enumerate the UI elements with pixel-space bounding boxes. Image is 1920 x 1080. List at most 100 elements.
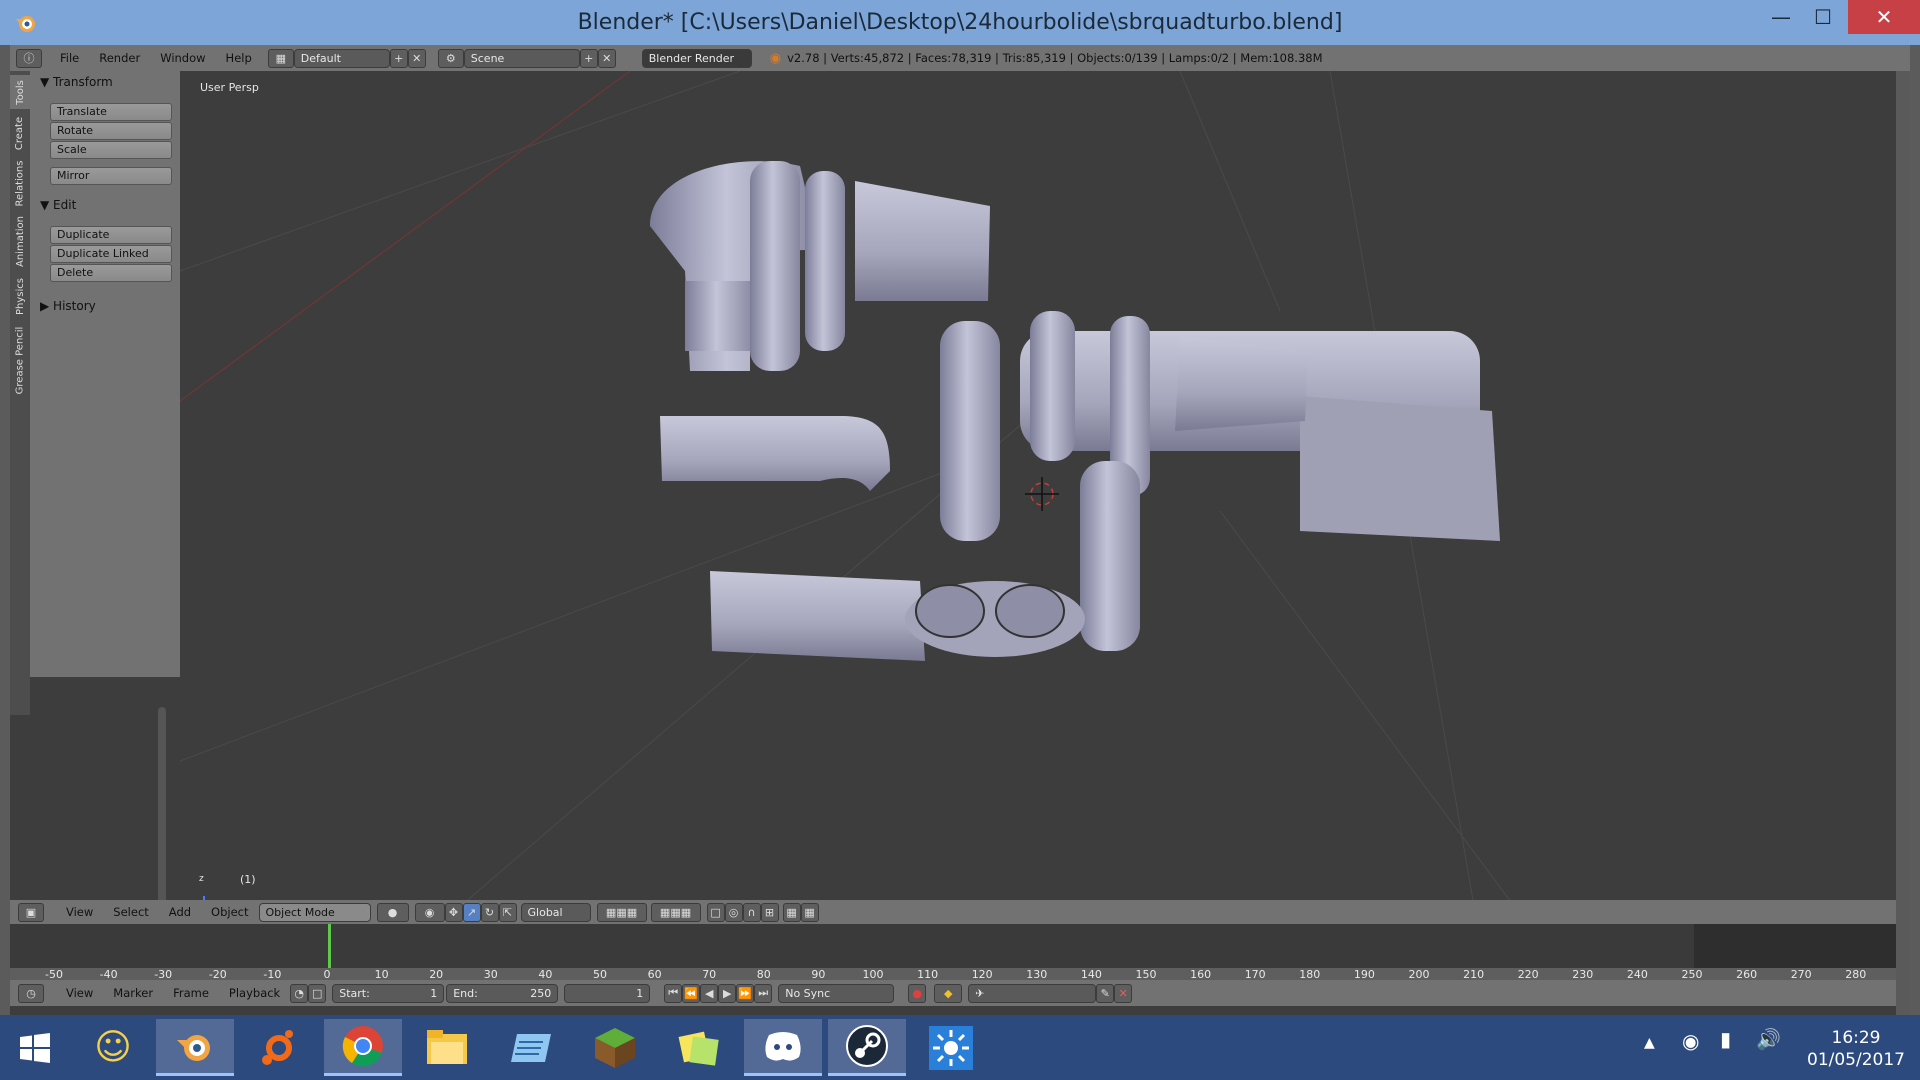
preview-range-button[interactable]: ◔: [290, 983, 309, 1003]
object-mode-select[interactable]: Object Mode: [258, 902, 371, 922]
play-button[interactable]: ▶: [718, 983, 737, 1003]
editor-type-button[interactable]: ⓘ: [16, 48, 42, 68]
add-scene-button[interactable]: +: [579, 48, 598, 68]
history-panel-header[interactable]: ▶ History: [40, 299, 96, 313]
insert-keyframe-button[interactable]: ✎: [1096, 983, 1115, 1003]
taskbar-origin[interactable]: [240, 1019, 318, 1076]
pivot-point-select[interactable]: ◉: [414, 902, 445, 922]
tab-relations-label: Relations: [14, 160, 26, 206]
tab-physics[interactable]: Physics: [10, 273, 30, 319]
tray-network-icon[interactable]: ▮: [1720, 1027, 1731, 1051]
menu-file[interactable]: File: [50, 51, 89, 65]
manipulator-toggle[interactable]: ✥: [444, 902, 463, 922]
taskbar-steam[interactable]: [828, 1019, 906, 1076]
add-layout-button[interactable]: +: [389, 48, 408, 68]
taskbar-notepad[interactable]: [492, 1019, 570, 1076]
mirror-button[interactable]: Mirror: [50, 167, 172, 185]
timeline-menu-view[interactable]: View: [56, 986, 103, 1000]
view3d-menu-select[interactable]: Select: [103, 905, 158, 919]
taskbar-discord[interactable]: [744, 1019, 822, 1076]
remove-layout-button[interactable]: ✕: [407, 48, 426, 68]
toolshelf-scrollbar[interactable]: [158, 707, 166, 907]
menu-help[interactable]: Help: [216, 51, 262, 65]
view3d-menu-add[interactable]: Add: [159, 905, 201, 919]
delete-button[interactable]: Delete: [50, 264, 172, 282]
layout-field[interactable]: Default: [293, 48, 390, 68]
tab-tools[interactable]: Tools: [10, 75, 30, 109]
screen-layout-button[interactable]: ▦: [267, 48, 294, 68]
taskbar-chrome[interactable]: [324, 1019, 402, 1076]
transform-orientation-select[interactable]: Global: [520, 902, 591, 922]
lock-camera-button[interactable]: □: [706, 902, 725, 922]
tray-volume-icon[interactable]: 🔊: [1756, 1027, 1781, 1051]
scale-button[interactable]: Scale: [50, 141, 172, 159]
current-frame-field[interactable]: 1: [564, 983, 651, 1003]
active-keying-set-field[interactable]: ✈: [968, 983, 1097, 1003]
menu-render[interactable]: Render: [89, 51, 150, 65]
tray-clock[interactable]: 16:29 01/05/2017: [1806, 1027, 1906, 1071]
translate-manipulator-button[interactable]: ↗: [462, 902, 481, 922]
render-still-button[interactable]: ▦: [782, 902, 801, 922]
rotate-button[interactable]: Rotate: [50, 122, 172, 140]
timeline-menu-playback[interactable]: Playback: [219, 986, 290, 1000]
menu-window[interactable]: Window: [150, 51, 215, 65]
viewport-shading-select[interactable]: ●: [376, 902, 409, 922]
tray-discord-icon[interactable]: ◉: [1682, 1029, 1699, 1053]
3d-viewport[interactable]: User Persp (1) z y x: [180, 71, 1896, 941]
jump-start-button[interactable]: ⏮: [664, 983, 683, 1003]
timeline-menu-marker[interactable]: Marker: [103, 986, 163, 1000]
end-frame-field[interactable]: End: 250: [446, 983, 559, 1003]
scale-manipulator-button[interactable]: ⇱: [498, 902, 517, 922]
timeline-editor-type-button[interactable]: ◷: [18, 983, 44, 1003]
play-reverse-button[interactable]: ◀: [700, 983, 719, 1003]
tab-animation-label: Animation: [14, 215, 26, 267]
jump-end-button[interactable]: ⏭: [754, 983, 773, 1003]
edit-panel-header[interactable]: ▼ Edit: [40, 198, 76, 212]
timeline-menu-frame[interactable]: Frame: [163, 986, 219, 1000]
taskbar-sticky-notes[interactable]: [660, 1019, 738, 1076]
view3d-menu-view[interactable]: View: [56, 905, 103, 919]
snap-element-select[interactable]: ⊞: [760, 902, 779, 922]
duplicate-linked-button[interactable]: Duplicate Linked: [50, 245, 172, 263]
properties-side-strip[interactable]: [1896, 71, 1910, 1015]
tab-relations[interactable]: Relations: [10, 157, 30, 209]
render-animation-button[interactable]: ▦: [800, 902, 819, 922]
transform-panel-header[interactable]: ▼ Transform: [40, 75, 113, 89]
taskbar-file-explorer[interactable]: [408, 1019, 486, 1076]
scene-field[interactable]: Scene: [463, 48, 580, 68]
taskbar-fallout-shelter[interactable]: ☺: [74, 1019, 152, 1076]
prev-keyframe-button[interactable]: ⏪: [682, 983, 701, 1003]
remove-scene-button[interactable]: ✕: [597, 48, 616, 68]
timeline-playhead[interactable]: [328, 924, 331, 968]
timeline-area[interactable]: -50 -40 -30 -20 -10 0 10 20 30 40 50 60 70 80 90 100 110…: [10, 924, 1896, 982]
view3d-editor-type-button[interactable]: ▣: [18, 902, 44, 922]
tray-chevron-up-icon[interactable]: ▲: [1644, 1035, 1655, 1051]
start-frame-field[interactable]: Start: 1: [332, 983, 445, 1003]
tab-grease-pencil[interactable]: Grease Pencil: [10, 323, 30, 397]
sync-mode-select[interactable]: No Sync: [778, 983, 895, 1003]
tab-create[interactable]: Create: [10, 113, 30, 153]
start-button[interactable]: [0, 1019, 70, 1076]
delete-keyframe-button[interactable]: ✕: [1114, 983, 1133, 1003]
minimize-button[interactable]: —: [1758, 0, 1804, 34]
rotate-manipulator-button[interactable]: ↻: [480, 902, 499, 922]
taskbar-blender[interactable]: [156, 1019, 234, 1076]
snap-toggle[interactable]: ∩: [742, 902, 761, 922]
view3d-menu-object[interactable]: Object: [201, 905, 258, 919]
layer-buttons-1[interactable]: ▦▦▦: [596, 902, 647, 922]
close-button[interactable]: ✕: [1848, 0, 1920, 34]
translate-button[interactable]: Translate: [50, 103, 172, 121]
taskbar-brightness-app[interactable]: [912, 1019, 990, 1076]
scene-selector-button[interactable]: ⚙: [437, 48, 464, 68]
duplicate-button[interactable]: Duplicate: [50, 226, 172, 244]
taskbar-minecraft[interactable]: [576, 1019, 654, 1076]
render-engine-select[interactable]: Blender Render: [641, 48, 752, 68]
proportional-edit-button[interactable]: ◎: [724, 902, 743, 922]
auto-keying-button[interactable]: ●: [908, 983, 927, 1003]
tab-animation[interactable]: Animation: [10, 213, 30, 269]
layer-buttons-2[interactable]: ▦▦▦: [650, 902, 701, 922]
lock-frame-button[interactable]: □: [308, 983, 327, 1003]
keying-set-select[interactable]: ◆: [934, 983, 963, 1003]
next-keyframe-button[interactable]: ⏩: [736, 983, 755, 1003]
maximize-button[interactable]: ☐: [1800, 0, 1846, 34]
